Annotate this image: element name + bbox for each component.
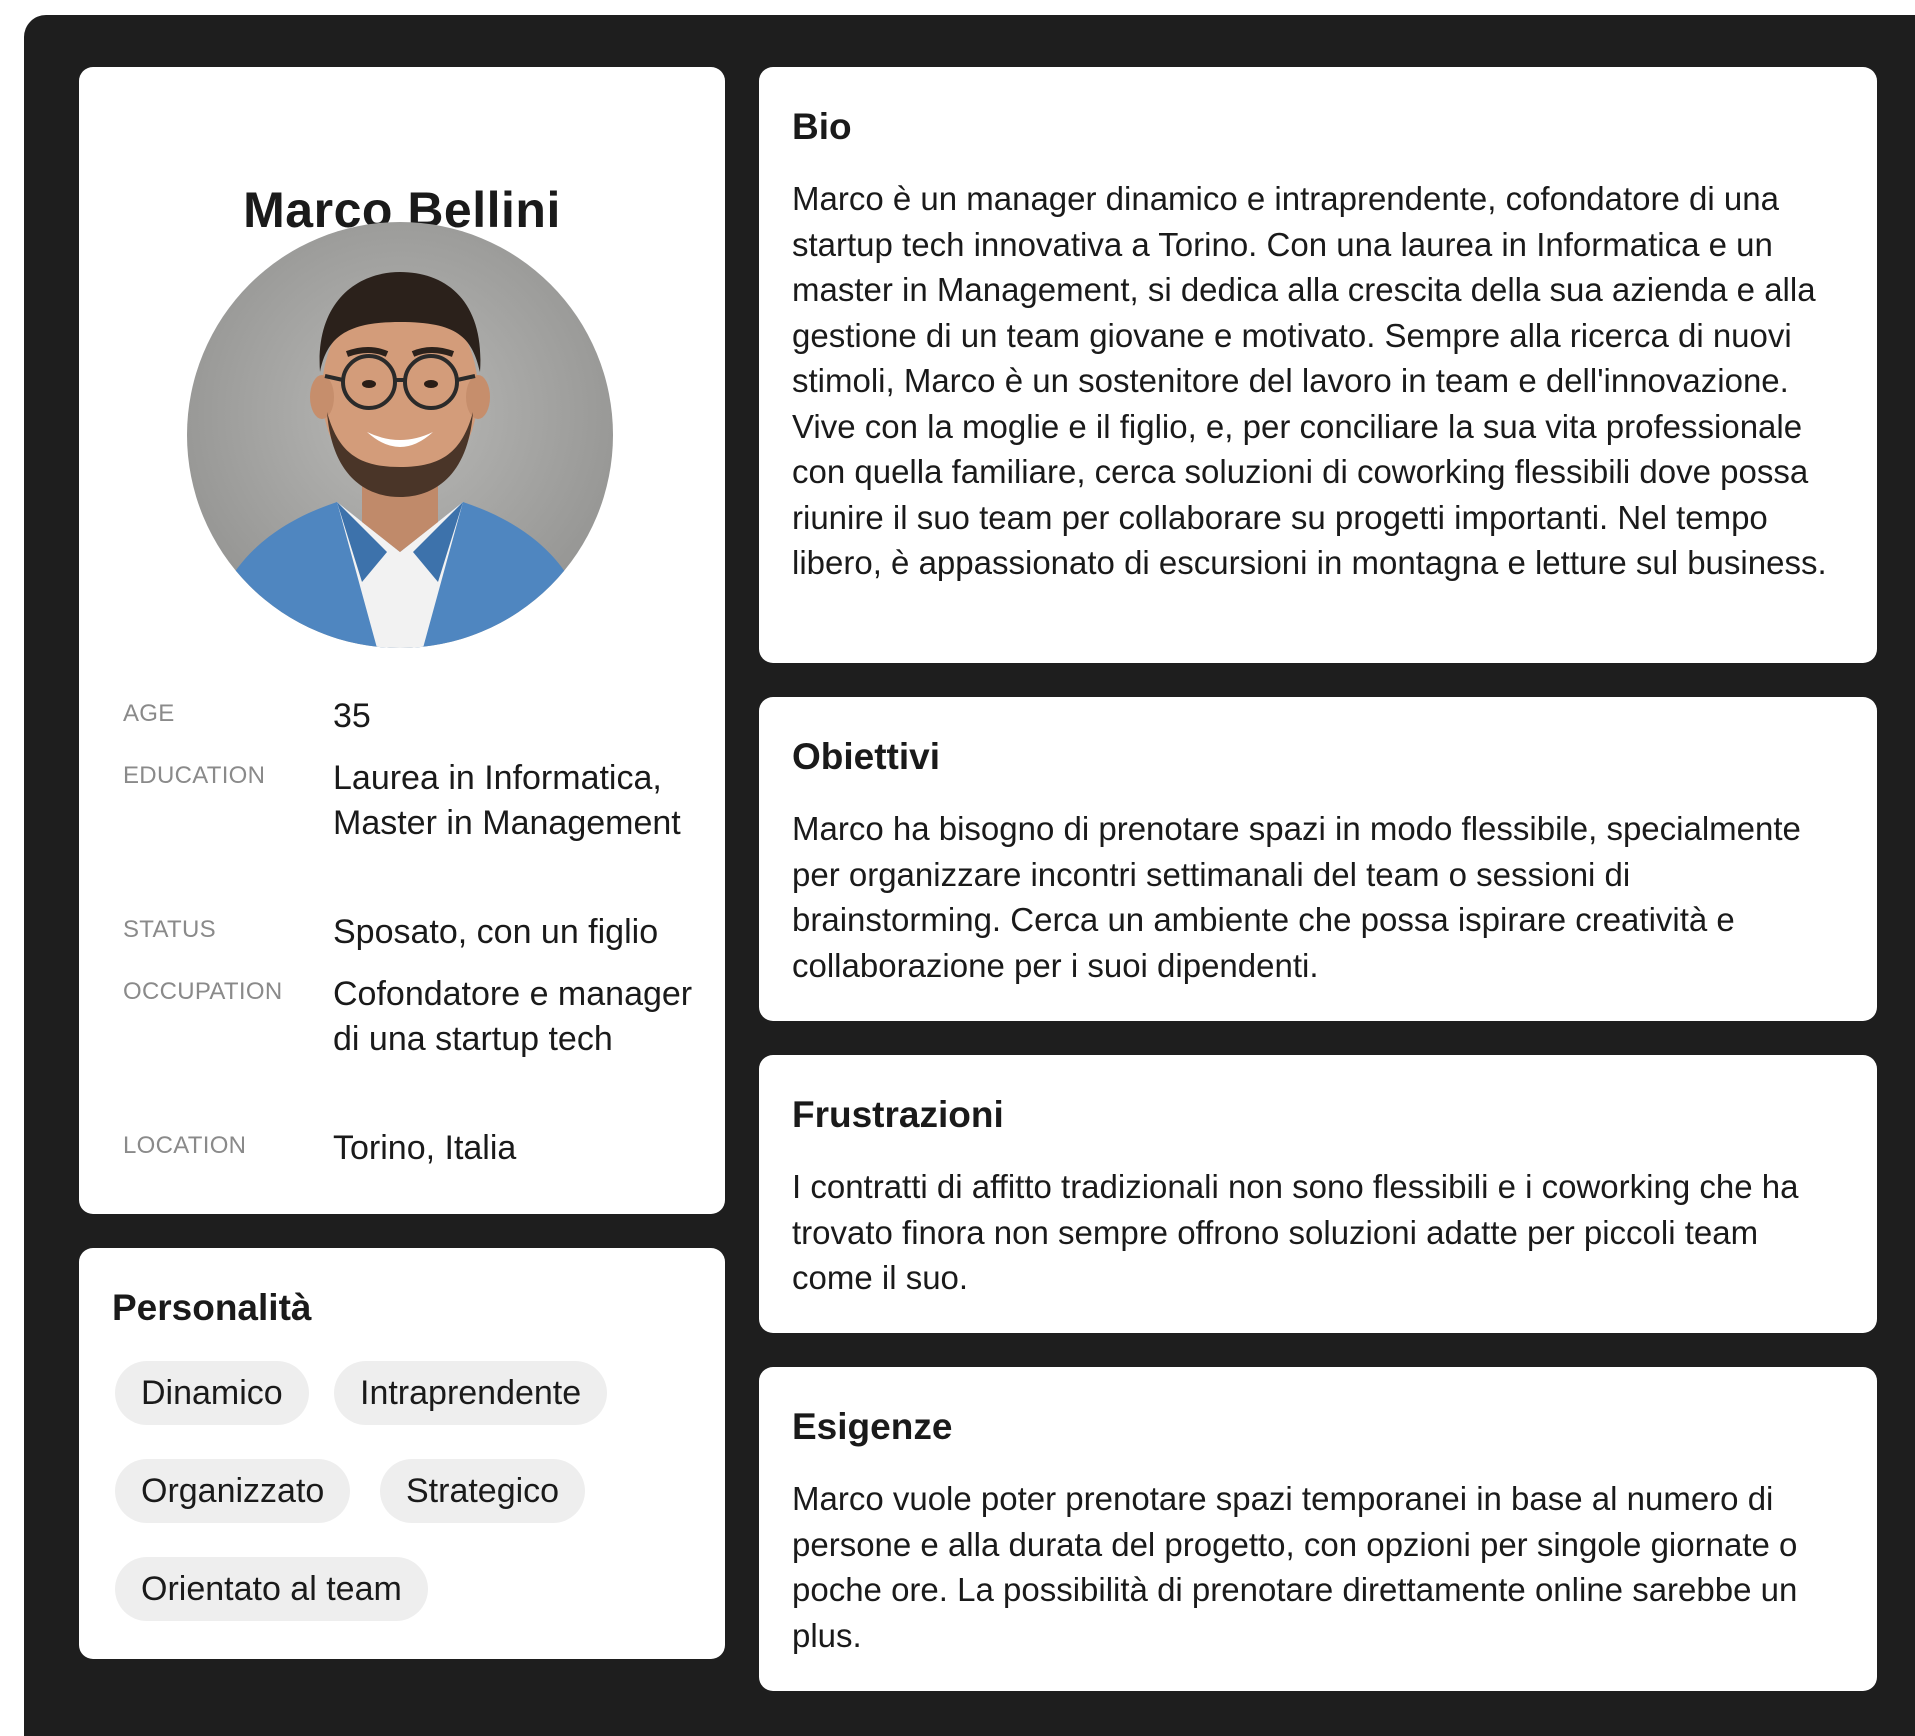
needs-title: Esigenze bbox=[792, 1406, 953, 1447]
frustrations-text: I contratti di affitto tradizionali non … bbox=[792, 1168, 1799, 1296]
education-value: Laurea in Informatica, Master in Managem… bbox=[333, 759, 681, 842]
avatar bbox=[187, 222, 613, 648]
personality-card: Personalità Dinamico Intraprendente Orga… bbox=[79, 1248, 725, 1659]
personality-tag: Organizzato bbox=[115, 1459, 351, 1523]
goals-card: Obiettivi Marco ha bisogno di prenotare … bbox=[759, 697, 1877, 1021]
avatar-portrait bbox=[187, 222, 613, 648]
age-value: 35 bbox=[333, 697, 371, 735]
needs-card: Esigenze Marco vuole poter prenotare spa… bbox=[759, 1367, 1877, 1691]
location-value: Torino, Italia bbox=[333, 1129, 517, 1167]
bio-title: Bio bbox=[792, 106, 852, 147]
goals-title: Obiettivi bbox=[792, 736, 941, 777]
bio-text: Marco è un manager dinamico e intraprend… bbox=[792, 180, 1827, 581]
frustrations-card: Frustrazioni I contratti di affitto trad… bbox=[759, 1055, 1877, 1333]
status-value: Sposato, con un figlio bbox=[333, 913, 659, 951]
location-label: LOCATION bbox=[123, 1132, 247, 1159]
personality-tag: Dinamico bbox=[115, 1361, 309, 1425]
education-label: EDUCATION bbox=[123, 762, 266, 789]
occupation-value: Cofondatore e manager di una startup tec… bbox=[333, 975, 693, 1058]
frustrations-title: Frustrazioni bbox=[792, 1094, 1004, 1135]
personality-title: Personalità bbox=[112, 1287, 312, 1328]
personality-tag: Strategico bbox=[380, 1459, 586, 1523]
personality-tag: Intraprendente bbox=[334, 1361, 608, 1425]
personality-tag: Orientato al team bbox=[115, 1557, 428, 1621]
occupation-label: OCCUPATION bbox=[123, 978, 283, 1005]
bio-card: Bio Marco è un manager dinamico e intrap… bbox=[759, 67, 1877, 663]
profile-card: Marco Bellini AGE 35 EDUCATION Laurea in… bbox=[79, 67, 725, 1214]
age-label: AGE bbox=[123, 700, 175, 727]
status-label: STATUS bbox=[123, 916, 216, 943]
goals-text: Marco ha bisogno di prenotare spazi in m… bbox=[792, 810, 1801, 984]
needs-text: Marco vuole poter prenotare spazi tempor… bbox=[792, 1480, 1798, 1654]
